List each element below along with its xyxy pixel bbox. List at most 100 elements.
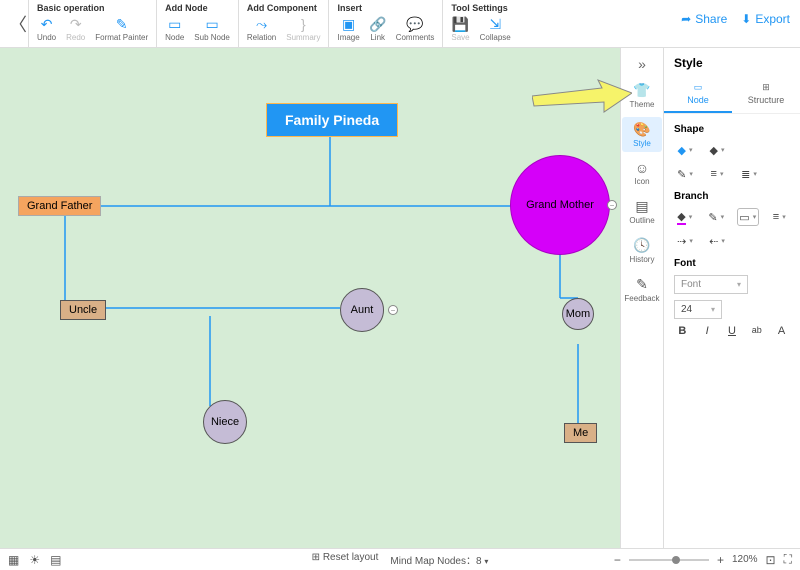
rail-icon[interactable]: ☺Icon [622, 156, 662, 190]
fit-screen-button[interactable]: ⊡ [766, 553, 776, 567]
rail-style[interactable]: 🎨Style [622, 117, 662, 152]
export-button[interactable]: ⬇Export [741, 12, 790, 26]
reset-layout-button[interactable]: ⊞ Reset layout [312, 552, 379, 567]
node-tab-icon: ▭ [694, 82, 703, 93]
collapse-button[interactable]: ⇲Collapse [480, 16, 511, 42]
feedback-icon: ✎ [636, 276, 648, 293]
toolbar-group-basic: Basic operation ↶Undo ↷Redo ✎Format Pain… [28, 0, 156, 47]
branch-stroke-picker[interactable]: ✎ [706, 208, 728, 226]
undo-button[interactable]: ↶Undo [37, 16, 56, 42]
canvas[interactable]: Family Pineda Grand Father Grand Mother … [0, 48, 620, 548]
relation-button[interactable]: ⤳Relation [247, 16, 276, 42]
zoom-slider[interactable] [629, 559, 709, 561]
branch-shape-picker[interactable]: ▭ [737, 208, 759, 226]
presentation-icon[interactable]: ▦ [8, 553, 19, 567]
collapse-icon: ⇲ [487, 16, 503, 32]
shape-border-style[interactable]: ≡ [706, 165, 728, 183]
branch-width-picker[interactable]: ≡ [769, 208, 791, 226]
node-mom[interactable]: Mom [562, 298, 594, 330]
underline-button[interactable]: U [724, 325, 741, 337]
toolbar-group-add-node: Add Node ▭Node ▭Sub Node [156, 0, 238, 47]
insert-image-button[interactable]: ▣Image [337, 16, 359, 42]
italic-button[interactable]: I [699, 325, 716, 337]
paintbrush-icon: ✎ [114, 16, 130, 32]
node-niece[interactable]: Niece [203, 400, 247, 444]
export-icon: ⬇ [741, 12, 751, 26]
zoom-in-button[interactable]: + [717, 553, 724, 567]
redo-icon: ↷ [68, 16, 84, 32]
panel-collapse-button[interactable]: » [621, 54, 663, 74]
subnode-icon: ▭ [204, 16, 220, 32]
toolbar-group-add-component: Add Component ⤳Relation }Summary [238, 0, 329, 47]
save-button[interactable]: 💾Save [451, 16, 469, 42]
history-icon: 🕓 [633, 237, 650, 254]
tab-structure[interactable]: ⊞Structure [732, 78, 800, 113]
back-button[interactable]: 〈 [8, 0, 28, 47]
shape-type-picker[interactable]: ◆ [706, 141, 728, 159]
rail-theme[interactable]: 👕Theme [622, 78, 662, 113]
insert-comments-button[interactable]: 💬Comments [396, 16, 435, 42]
undo-icon: ↶ [39, 16, 55, 32]
section-branch: Branch [674, 191, 790, 202]
redo-button[interactable]: ↷Redo [66, 16, 85, 42]
fullscreen-button[interactable]: ⛶ [784, 552, 792, 567]
side-rail: » 👕Theme 🎨Style ☺Icon ▤Outline 🕓History … [620, 48, 664, 548]
format-painter-button[interactable]: ✎Format Painter [95, 16, 148, 42]
node-me[interactable]: Me [564, 423, 597, 443]
group-title: Add Component [247, 3, 321, 13]
node-grand-mother[interactable]: Grand Mother [510, 155, 610, 255]
node-toggle-aunt[interactable]: − [388, 305, 398, 315]
section-shape: Shape [674, 124, 790, 135]
outline-icon: ▤ [635, 198, 648, 215]
style-icon: 🎨 [633, 121, 650, 138]
strike-button[interactable]: ab [748, 325, 765, 337]
group-title: Basic operation [37, 3, 148, 13]
style-panel: Style ▭Node ⊞Structure Shape ◆ ◆ ✎ ≡ ≣ B… [664, 48, 800, 548]
rail-feedback[interactable]: ✎Feedback [622, 272, 662, 307]
node-aunt[interactable]: Aunt [340, 288, 384, 332]
font-family-select[interactable]: Font▾ [674, 275, 748, 294]
toolbar-group-insert: Insert ▣Image 🔗Link 💬Comments [328, 0, 442, 47]
zoom-out-button[interactable]: − [614, 553, 621, 567]
layers-icon[interactable]: ▤ [50, 553, 61, 567]
branch-style-b[interactable]: ⇠ [706, 232, 728, 250]
group-title: Tool Settings [451, 3, 510, 13]
node-icon: ▭ [167, 16, 183, 32]
image-icon: ▣ [341, 16, 357, 32]
bold-button[interactable]: B [674, 325, 691, 337]
summary-button[interactable]: }Summary [286, 16, 320, 42]
rail-history[interactable]: 🕓History [622, 233, 662, 268]
group-title: Add Node [165, 3, 230, 13]
shape-stroke-picker[interactable]: ✎ [674, 165, 696, 183]
node-root[interactable]: Family Pineda [266, 103, 398, 137]
tab-node[interactable]: ▭Node [664, 78, 732, 113]
node-count: Mind Map Nodes：8 ▾ [390, 552, 488, 567]
structure-tab-icon: ⊞ [762, 82, 770, 93]
font-color-button[interactable]: A [773, 325, 790, 337]
share-button[interactable]: ➦Share [681, 12, 727, 26]
share-icon: ➦ [681, 12, 691, 26]
font-size-select[interactable]: 24▾ [674, 300, 722, 319]
section-font: Font [674, 258, 790, 269]
rail-outline[interactable]: ▤Outline [622, 194, 662, 229]
add-node-button[interactable]: ▭Node [165, 16, 184, 42]
theme-icon: 👕 [633, 82, 650, 99]
relation-icon: ⤳ [254, 16, 270, 32]
status-bar: ▦ ☀ ▤ ⊞ Reset layout Mind Map Nodes：8 ▾ … [0, 548, 800, 570]
add-sub-node-button[interactable]: ▭Sub Node [194, 16, 230, 42]
toolbar-group-tool-settings: Tool Settings 💾Save ⇲Collapse [442, 0, 518, 47]
branch-color-picker[interactable]: ◆ [674, 208, 696, 226]
save-icon: 💾 [453, 16, 469, 32]
group-title: Insert [337, 3, 434, 13]
toolbar: 〈 Basic operation ↶Undo ↷Redo ✎Format Pa… [0, 0, 800, 48]
node-toggle-grand-mother[interactable]: − [607, 200, 617, 210]
node-uncle[interactable]: Uncle [60, 300, 106, 320]
brightness-icon[interactable]: ☀ [29, 553, 40, 567]
branch-style-a[interactable]: ⇢ [674, 232, 696, 250]
shape-border-width[interactable]: ≣ [738, 165, 760, 183]
shape-fill-picker[interactable]: ◆ [674, 141, 696, 159]
node-grand-father[interactable]: Grand Father [18, 196, 101, 216]
insert-link-button[interactable]: 🔗Link [370, 16, 386, 42]
summary-icon: } [295, 16, 311, 32]
link-icon: 🔗 [370, 16, 386, 32]
